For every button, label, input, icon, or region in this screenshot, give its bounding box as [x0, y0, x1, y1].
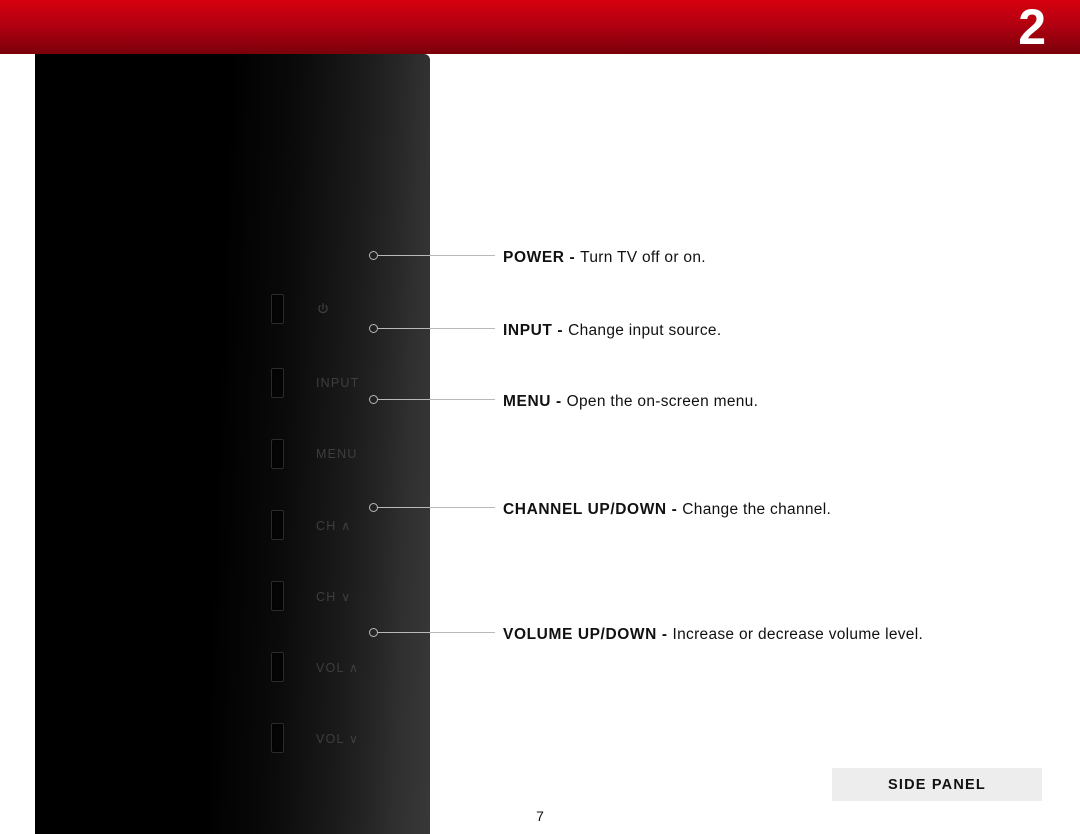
input-desc-text: Change input source. — [568, 322, 721, 339]
leader-line — [378, 399, 495, 400]
leader-line — [378, 328, 495, 329]
channel-up-button-label: CH ∧ — [316, 518, 351, 533]
page-number: 7 — [0, 808, 1080, 824]
channel-up-button-row: CH ∧ — [271, 510, 351, 540]
leader-dot — [369, 251, 378, 260]
channel-desc-text: Change the channel. — [682, 501, 831, 518]
volume-up-button-row: VOL ∧ — [271, 652, 359, 682]
power-desc-title: POWER - — [503, 249, 580, 266]
menu-desc-title: MENU - — [503, 393, 567, 410]
channel-description: CHANNEL UP/DOWN - Change the channel. — [503, 501, 831, 519]
volume-down-button-slot — [271, 723, 284, 753]
channel-down-button-row: CH ∨ — [271, 581, 351, 611]
input-button-label: INPUT — [316, 376, 360, 390]
volume-description: VOLUME UP/DOWN - Increase or decrease vo… — [503, 626, 923, 644]
channel-up-button-slot — [271, 510, 284, 540]
menu-button-slot — [271, 439, 284, 469]
channel-desc-title: CHANNEL UP/DOWN - — [503, 501, 682, 518]
leader-dot — [369, 395, 378, 404]
channel-down-button-label: CH ∨ — [316, 589, 351, 604]
leader-dot — [369, 628, 378, 637]
leader-line — [378, 507, 495, 508]
input-description: INPUT - Change input source. — [503, 322, 721, 340]
input-desc-title: INPUT - — [503, 322, 568, 339]
channel-down-button-slot — [271, 581, 284, 611]
tv-side-panel-illustration: INPUT MENU CH ∧ CH ∨ VOL ∧ VOL ∨ — [35, 54, 430, 834]
menu-desc-text: Open the on-screen menu. — [567, 393, 759, 410]
side-panel-tab: SIDE PANEL — [832, 768, 1042, 801]
input-button-row: INPUT — [271, 368, 360, 398]
manual-page: 2 INPUT MENU CH ∧ CH ∨ — [0, 0, 1080, 834]
chapter-number: 2 — [1018, 0, 1046, 54]
power-icon — [316, 302, 330, 316]
leader-dot — [369, 324, 378, 333]
leader-line — [378, 255, 495, 256]
volume-down-button-row: VOL ∨ — [271, 723, 359, 753]
volume-up-button-slot — [271, 652, 284, 682]
input-button-slot — [271, 368, 284, 398]
leader-line — [378, 632, 495, 633]
volume-desc-title: VOLUME UP/DOWN - — [503, 626, 673, 643]
menu-button-row: MENU — [271, 439, 358, 469]
volume-up-button-label: VOL ∧ — [316, 660, 359, 675]
volume-desc-text: Increase or decrease volume level. — [673, 626, 924, 643]
leader-dot — [369, 503, 378, 512]
header-band: 2 — [0, 0, 1080, 54]
power-button-slot — [271, 294, 284, 324]
menu-description: MENU - Open the on-screen menu. — [503, 393, 758, 411]
power-desc-text: Turn TV off or on. — [580, 249, 706, 266]
menu-button-label: MENU — [316, 447, 358, 461]
power-description: POWER - Turn TV off or on. — [503, 249, 706, 267]
power-button-row — [271, 294, 330, 324]
volume-down-button-label: VOL ∨ — [316, 731, 359, 746]
